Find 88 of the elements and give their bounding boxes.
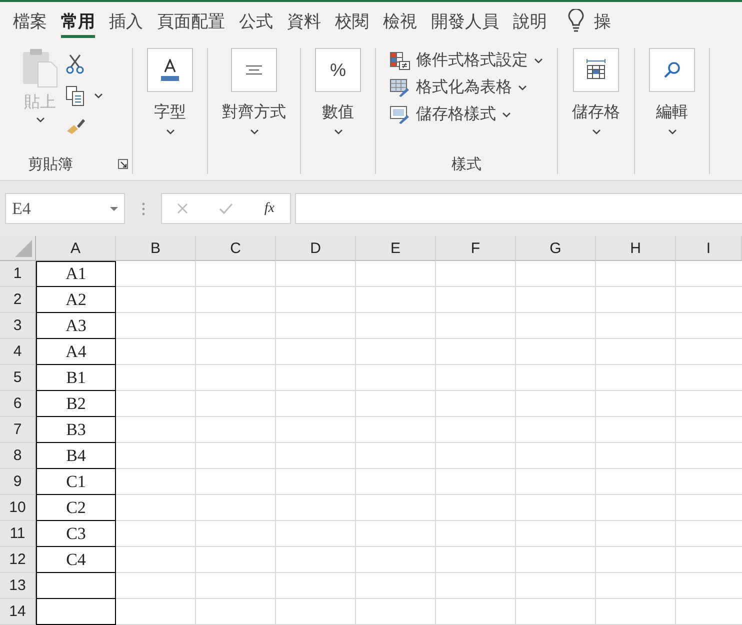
chevron-icon <box>94 93 103 99</box>
copy-button[interactable] <box>66 86 84 106</box>
row-header[interactable]: 14 <box>0 599 36 625</box>
table-cell: B2 <box>36 391 116 417</box>
chevron-icon <box>534 58 543 64</box>
group-label: 樣式 <box>452 154 482 174</box>
lightbulb-icon[interactable] <box>568 9 584 33</box>
ribbon-menu-button[interactable]: 儲存格樣式 <box>390 104 543 125</box>
ribbon-tab[interactable]: 說明 <box>506 2 554 40</box>
dialog-launcher-icon[interactable] <box>118 159 128 169</box>
row-header[interactable]: 6 <box>0 391 36 417</box>
table-cell: B3 <box>36 417 116 443</box>
column-header[interactable]: B <box>116 236 196 261</box>
percent-icon: % <box>330 60 346 80</box>
row-header[interactable]: 3 <box>0 313 36 339</box>
row-header[interactable]: 12 <box>0 547 36 573</box>
column-header[interactable]: F <box>436 236 516 261</box>
cell-styles-icon <box>390 106 410 124</box>
ribbon-tab[interactable]: 資料 <box>280 2 328 40</box>
table-format-icon <box>390 78 410 96</box>
table-cell: A3 <box>36 313 116 339</box>
ribbon-menu-button[interactable]: 格式化為表格 <box>390 77 543 98</box>
table-cell: C3 <box>36 521 116 547</box>
grip-icon[interactable] <box>142 202 144 216</box>
ribbon-tab[interactable]: 檔案 <box>6 2 54 40</box>
row-header[interactable]: 11 <box>0 521 36 547</box>
table-cell: B1 <box>36 365 116 391</box>
insert-function-button[interactable]: fx <box>264 200 274 216</box>
ribbon-tab[interactable]: 頁面配置 <box>150 2 232 40</box>
align-center-icon <box>246 65 262 75</box>
font-color-icon <box>159 59 181 81</box>
ribbon-tab[interactable]: 公式 <box>232 2 280 40</box>
chevron-icon <box>592 129 600 135</box>
table-cell: C2 <box>36 495 116 521</box>
column-header[interactable]: G <box>516 236 596 261</box>
row-header[interactable]: 8 <box>0 443 36 469</box>
ribbon-tab[interactable]: 常用 <box>54 2 102 40</box>
tell-me-field[interactable]: 操 <box>594 10 611 32</box>
row-header[interactable]: 1 <box>0 261 36 287</box>
column-header[interactable]: D <box>276 236 356 261</box>
conditional-format-icon <box>390 52 410 70</box>
column-header[interactable]: I <box>676 236 742 261</box>
column-header[interactable]: H <box>596 236 676 261</box>
check-icon <box>219 203 234 214</box>
cells-icon <box>586 59 606 81</box>
row-header[interactable]: 2 <box>0 287 36 313</box>
ribbon-tab[interactable]: 插入 <box>102 2 150 40</box>
clipboard-icon <box>22 48 58 88</box>
ribbon-menu-button[interactable]: 條件式格式設定 <box>390 50 543 71</box>
table-cell: A4 <box>36 339 116 365</box>
table-cell: C1 <box>36 469 116 495</box>
table-cell: B4 <box>36 443 116 469</box>
column-header[interactable]: A <box>36 236 116 261</box>
ribbon-tab[interactable]: 檢視 <box>376 2 424 40</box>
name-box[interactable]: E4 <box>5 193 125 224</box>
group-label: 剪貼簿 <box>28 154 73 174</box>
ribbon-tab[interactable]: 校閱 <box>328 2 376 40</box>
chevron-icon <box>250 129 258 135</box>
table-cell: A1 <box>36 261 116 287</box>
ribbon-button[interactable]: 編輯 <box>641 48 703 154</box>
ribbon-button[interactable]: 儲存格 <box>564 48 628 154</box>
search-icon <box>663 61 681 79</box>
chevron-icon <box>502 112 511 118</box>
chevron-icon <box>668 129 676 135</box>
row-header[interactable]: 13 <box>0 573 36 599</box>
copy-icon <box>66 86 84 106</box>
row-header[interactable]: 10 <box>0 495 36 521</box>
row-header[interactable]: 4 <box>0 339 36 365</box>
row-header[interactable]: 7 <box>0 417 36 443</box>
column-header[interactable]: C <box>196 236 276 261</box>
chevron-icon <box>166 129 174 135</box>
row-header[interactable]: 9 <box>0 469 36 495</box>
scissors-icon <box>66 54 84 74</box>
row-header[interactable]: 5 <box>0 365 36 391</box>
ribbon-button[interactable]: 對齊方式 <box>214 48 294 154</box>
table-cell: A2 <box>36 287 116 313</box>
chevron-icon <box>36 117 44 123</box>
brush-icon <box>66 118 86 134</box>
ribbon-button[interactable]: 字型 <box>139 48 201 154</box>
column-header[interactable]: E <box>356 236 436 261</box>
ribbon-tab[interactable]: 開發人員 <box>424 2 506 40</box>
table-cell: C4 <box>36 547 116 573</box>
dropdown-arrow-icon <box>110 206 118 210</box>
chevron-icon <box>518 84 527 90</box>
formula-input[interactable] <box>295 193 742 224</box>
ribbon-button[interactable]: % 數值 <box>307 48 369 154</box>
chevron-icon <box>334 129 342 135</box>
close-icon <box>177 203 188 214</box>
